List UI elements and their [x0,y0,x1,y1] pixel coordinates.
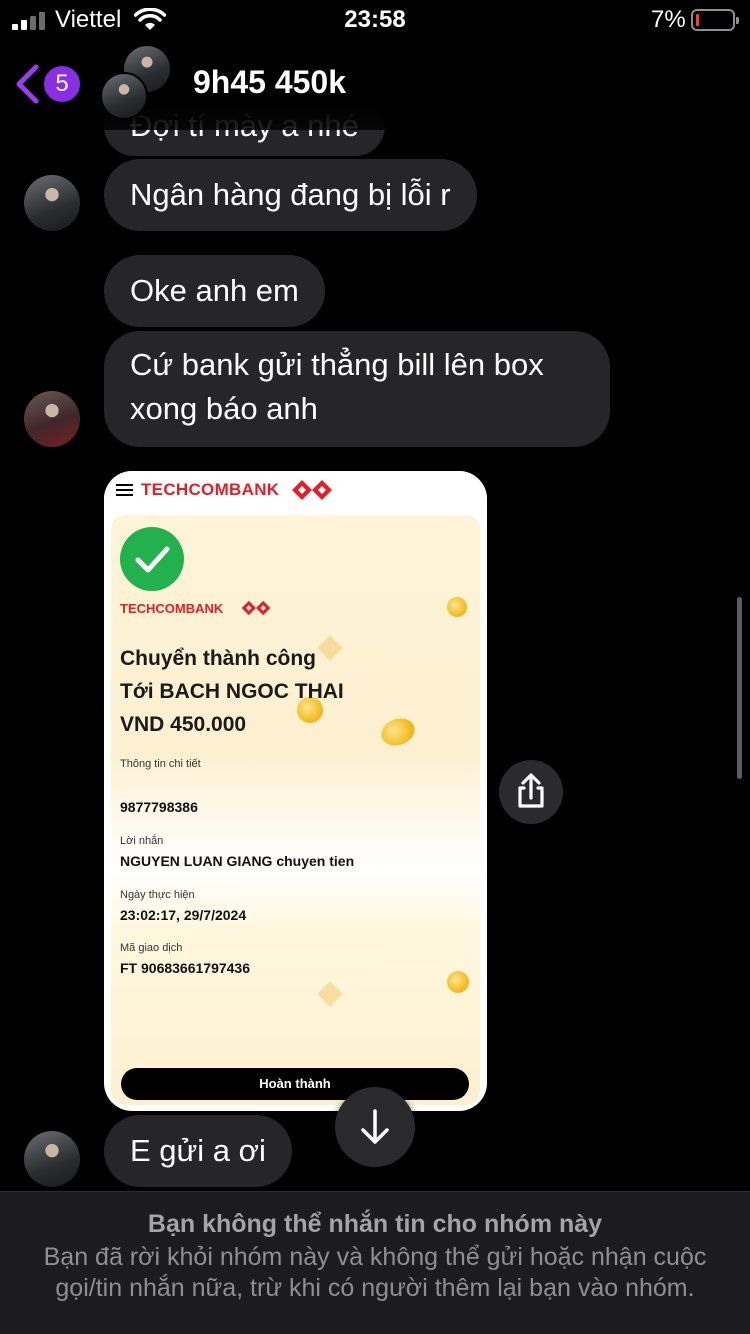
notice-body: Bạn đã rời khỏi nhóm này và không thể gử… [43,1243,707,1302]
transfer-status: Chuyển thành công [120,647,316,670]
recipient-name: Tới BACH NGOC THAI [120,680,344,703]
message-text: Cứ bank gửi thẳng bill lên box xong báo … [130,347,544,426]
status-bar: Viettel 23:58 7% [0,0,750,40]
date-value: 23:02:17, 29/7/2024 [120,907,247,923]
menu-icon [116,484,133,497]
avatar[interactable] [24,175,80,231]
message-bubble[interactable]: Ngân hàng đang bị lỗi r [104,159,477,231]
message-text: E gửi a ơi [130,1133,266,1168]
message-value: NGUYEN LUAN GIANG chuyen tien [120,853,355,869]
scroll-to-bottom-button[interactable] [335,1087,415,1167]
techcombank-logo-icon [292,480,332,500]
battery-percent: 7% [651,6,686,33]
avatar[interactable] [24,391,80,447]
done-button: Hoàn thành [121,1068,469,1100]
group-avatar[interactable] [98,46,174,122]
success-check-icon [120,527,184,591]
arrow-down-icon [361,1109,389,1144]
scrollbar[interactable] [737,597,742,779]
details-label: Thông tin chi tiết [120,758,201,770]
message-bubble[interactable]: Cứ bank gửi thẳng bill lên box xong báo … [104,331,610,447]
message-text: Ngân hàng đang bị lỗi r [130,177,451,212]
back-button[interactable]: 5 [14,62,84,106]
transfer-amount: VND 450.000 [120,713,247,736]
cannot-message-notice: Bạn không thể nhắn tin cho nhóm này Bạn … [0,1191,750,1334]
avatar[interactable] [24,1131,80,1187]
share-button[interactable] [499,760,563,824]
transaction-label: Mã giao dịch [120,942,183,954]
status-time: 23:58 [344,6,406,33]
battery-icon [691,9,739,31]
techcombank-logo-icon [241,600,271,616]
avatar [100,72,148,120]
account-number: 9877798386 [120,799,198,815]
battery-level [696,14,699,26]
chat-title[interactable]: 9h45 450k [193,64,346,101]
message-label: Lời nhắn [120,835,164,847]
bank-name: TECHCOMBANK [141,480,280,499]
receipt-image[interactable]: TECHCOMBANK TECHCOMBANK Chuyển thành côn… [104,471,487,1111]
chat-header: 5 9h45 450k [0,40,750,130]
transaction-id: FT 90683661797436 [120,960,250,976]
share-icon [518,773,544,808]
chevron-left-icon [16,64,39,104]
message-bubble[interactable]: E gửi a ơi [104,1115,292,1187]
notice-title: Bạn không thể nhắn tin cho nhóm này [147,1210,603,1238]
date-label: Ngày thực hiện [120,889,195,901]
message-bubble[interactable]: Oke anh em [104,255,325,327]
bank-name: TECHCOMBANK [120,601,224,616]
message-text: Oke anh em [130,273,299,308]
unread-count-badge: 5 [44,66,80,102]
